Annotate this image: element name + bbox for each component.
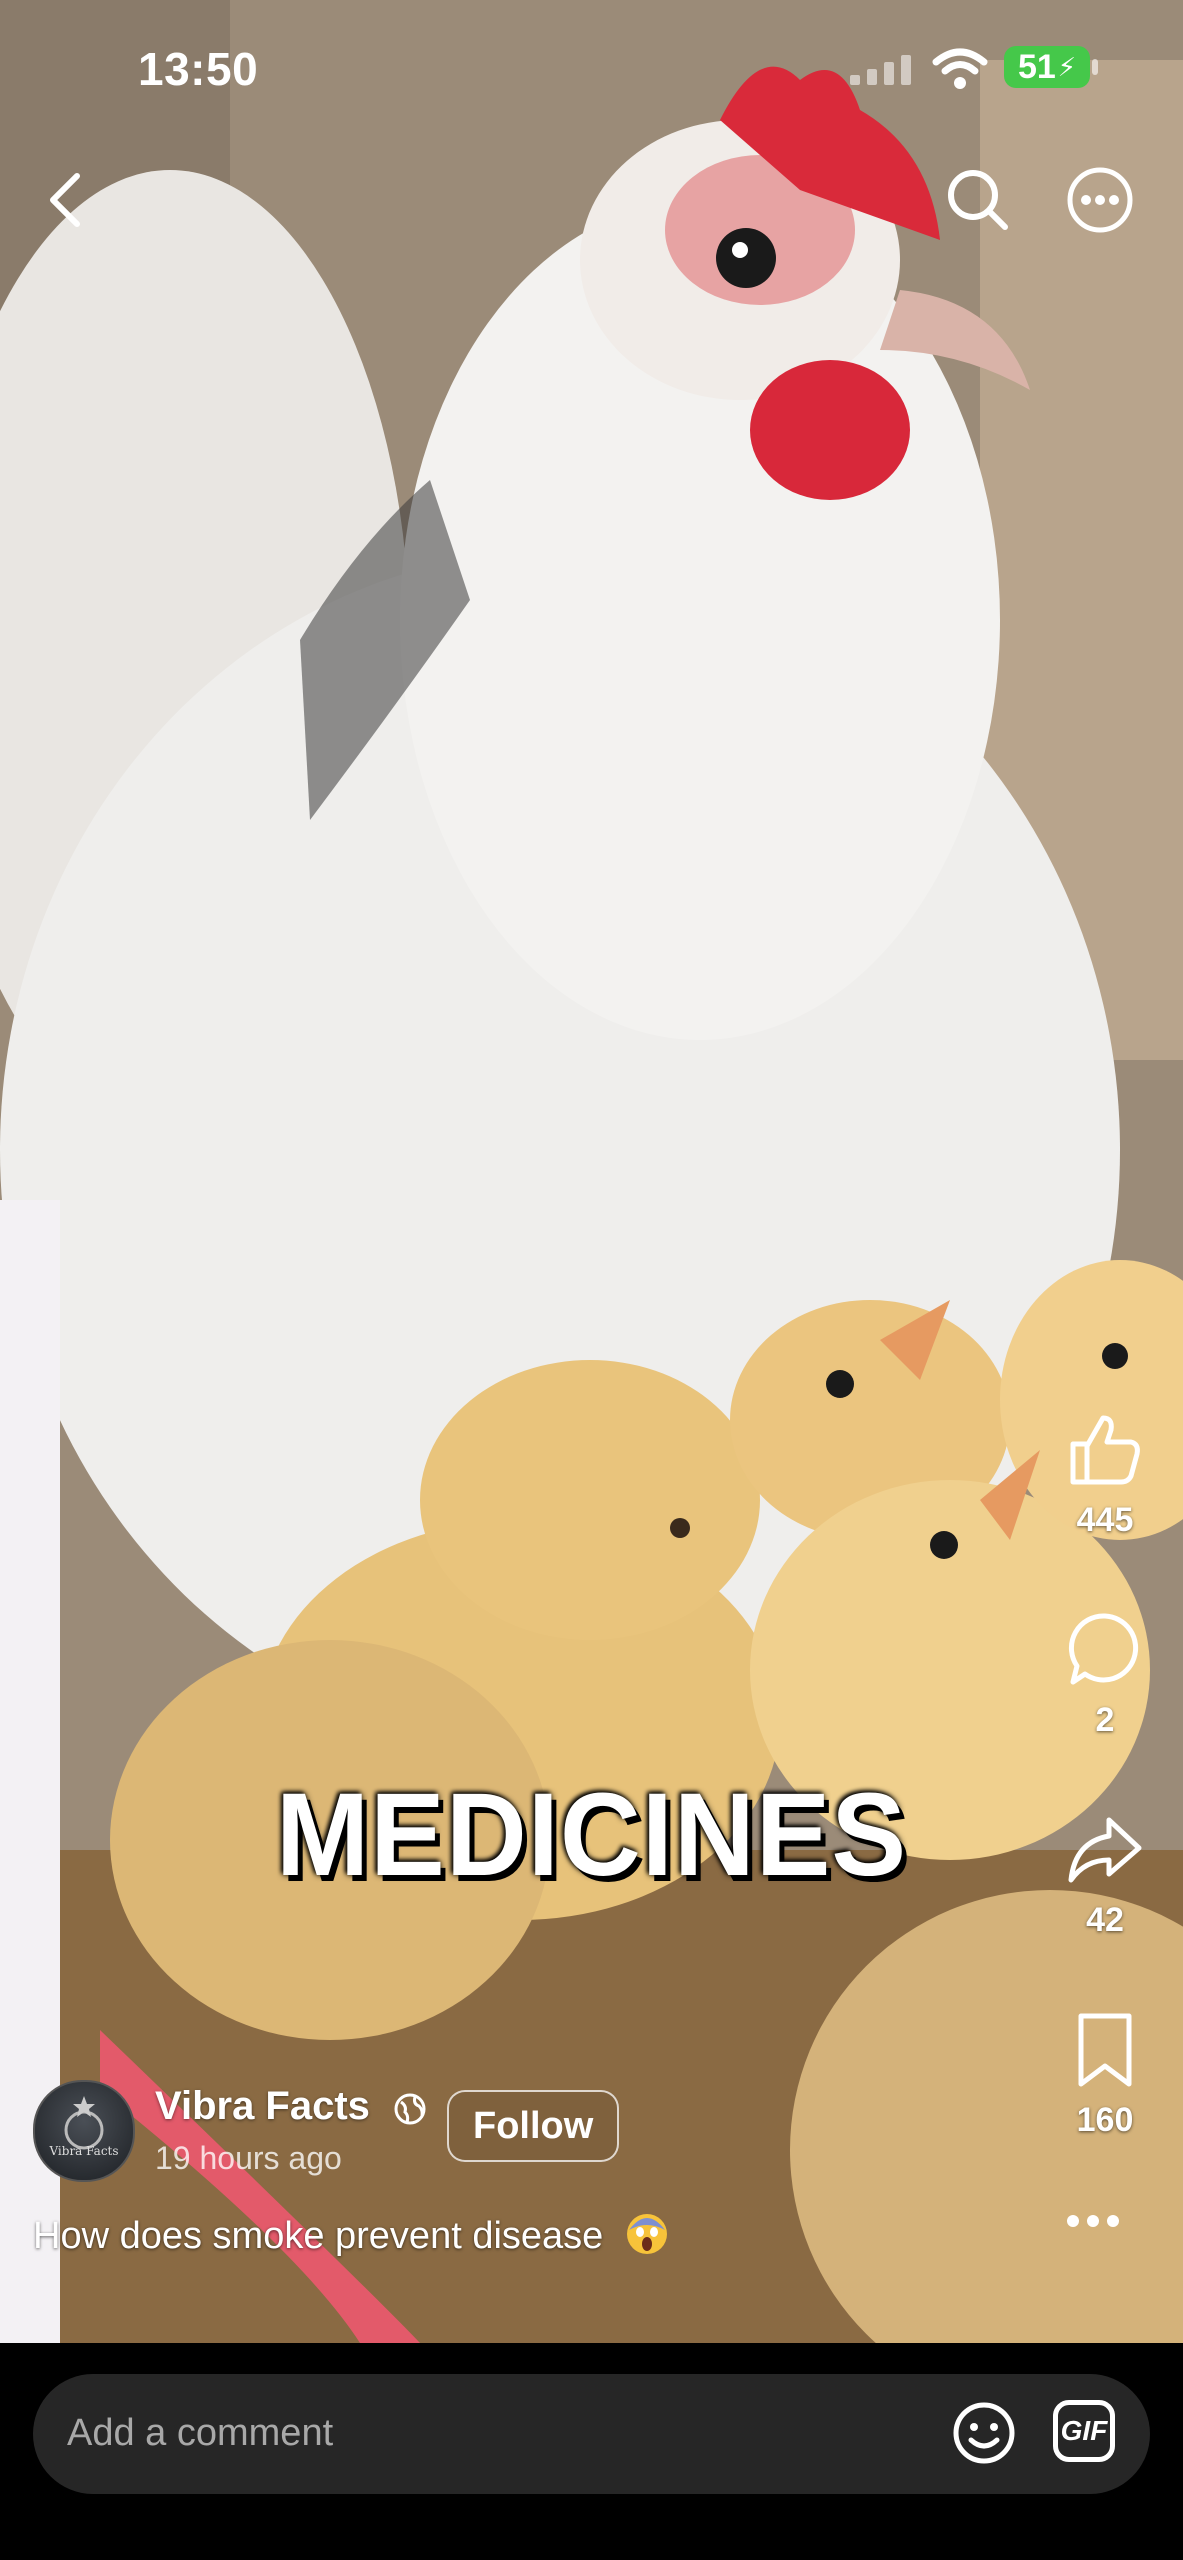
bookmark-icon [1078, 2013, 1132, 2087]
status-time: 13:50 [138, 43, 259, 95]
save-count: 160 [1076, 2101, 1134, 2139]
search-icon [948, 170, 1008, 230]
comment-button[interactable]: 2 [1045, 1610, 1165, 1740]
more-options-button[interactable] [1060, 160, 1140, 240]
avatar-text: Vibra Facts [49, 2144, 119, 2158]
status-bar: 13:50 51 ⚡ [0, 0, 1183, 140]
back-button[interactable] [25, 160, 105, 240]
battery-indicator: 51 ⚡ [1004, 46, 1090, 88]
like-count: 445 [1076, 1501, 1134, 1539]
thumbs-up-icon [1070, 1415, 1140, 1485]
wifi-icon [932, 48, 988, 89]
emoji-button[interactable] [951, 2400, 1017, 2471]
video-player[interactable]: MEDICINES [0, 0, 1183, 2343]
more-dots-icon[interactable] [1067, 2215, 1119, 2227]
follow-button[interactable]: Follow [447, 2090, 620, 2162]
comment-count: 2 [1095, 1701, 1115, 1739]
comment-bar: Add a comment GIF [0, 2343, 1183, 2560]
posted-time: 19 hours ago [155, 2140, 342, 2176]
like-button[interactable]: 445 [1045, 1410, 1165, 1540]
screaming-face-emoji-icon [626, 2214, 667, 2254]
video-frame [0, 0, 1183, 2343]
search-button[interactable] [938, 160, 1018, 240]
author-name[interactable]: Vibra Facts [155, 2084, 370, 2129]
avatar-logo-icon [64, 2096, 104, 2150]
battery-tip [1092, 59, 1098, 75]
comment-placeholder: Add a comment [67, 2412, 334, 2454]
avatar[interactable]: Vibra Facts [33, 2080, 135, 2182]
post-caption[interactable]: How does smoke prevent disease [33, 2210, 670, 2258]
globe-icon [394, 2093, 426, 2125]
caption-text: How does smoke prevent disease [33, 2215, 604, 2257]
share-count: 42 [1086, 1901, 1124, 1939]
comment-bubble-icon [1068, 1613, 1139, 1685]
more-circle-icon [1067, 167, 1133, 233]
share-arrow-icon [1068, 1817, 1142, 1883]
gif-button[interactable]: GIF [1053, 2400, 1115, 2462]
battery-level: 51 [1017, 47, 1056, 86]
video-caption-overlay: MEDICINES [275, 1768, 908, 1901]
chevron-left-icon [50, 173, 80, 227]
smiley-icon [953, 2402, 1015, 2464]
comment-input[interactable]: Add a comment GIF [33, 2374, 1150, 2494]
share-button[interactable]: 42 [1045, 1810, 1165, 1940]
save-button[interactable]: 160 [1045, 2010, 1165, 2140]
cellular-signal-icon [850, 55, 911, 85]
